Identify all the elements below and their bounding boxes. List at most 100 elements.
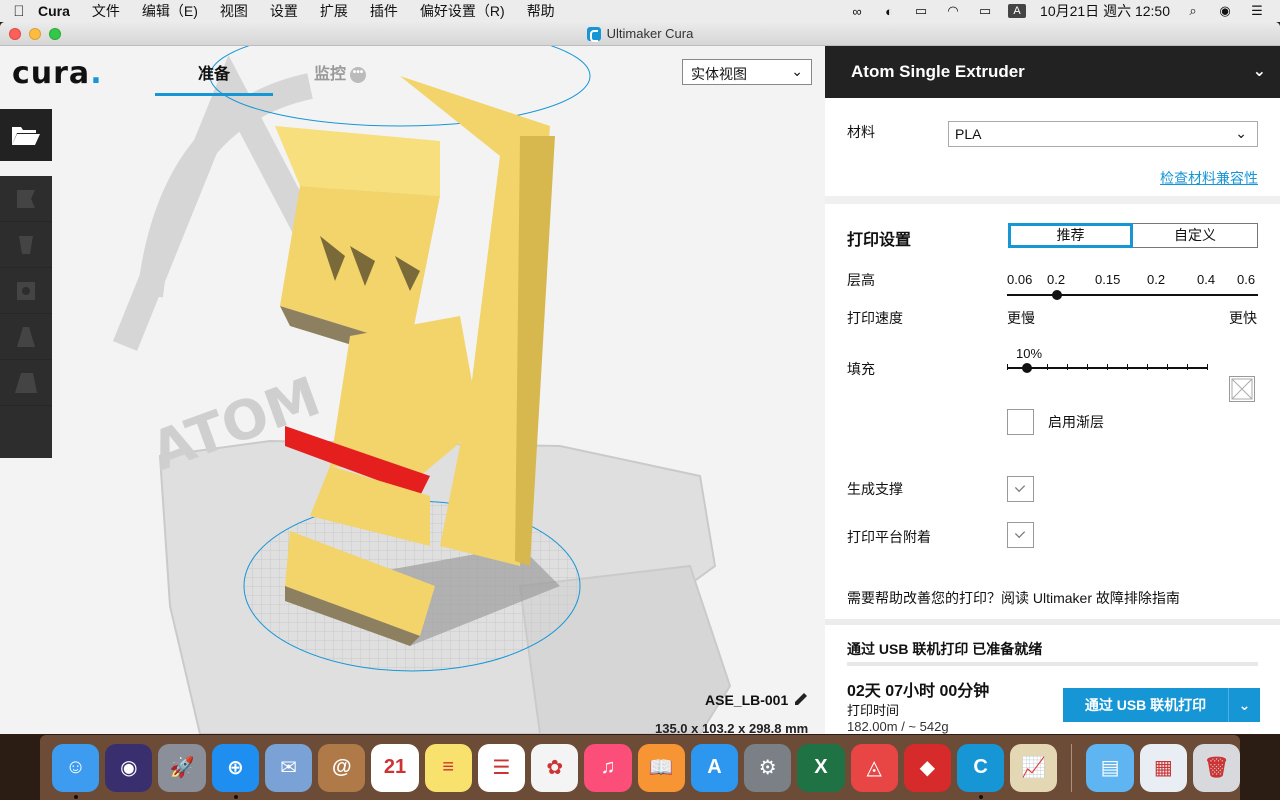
sketchup-icon[interactable]: ◆ [903, 743, 951, 792]
mirror-icon [17, 326, 35, 347]
siri-menu-icon[interactable]: ◉ [1216, 3, 1234, 18]
pencil-icon[interactable] [792, 690, 810, 713]
cura-icon[interactable]: C [956, 743, 1005, 799]
mail-icon[interactable]: ✉ [264, 743, 313, 792]
menu-item-file[interactable]: 文件 [92, 1, 120, 21]
layer-height-label: 层高 [847, 272, 875, 288]
logo-dot: . [90, 56, 103, 91]
print-speed-label: 打印速度 [847, 310, 903, 326]
atom-app-icon[interactable]: ◬ [850, 743, 898, 792]
checkmark-icon [1014, 481, 1026, 493]
printer-status: 通过 USB 联机打印 已准备就绪 [847, 641, 1043, 657]
status-bird-icon[interactable]: ◐ [880, 4, 898, 19]
menu-item-help[interactable]: 帮助 [527, 1, 555, 21]
dock-divider [1071, 743, 1073, 792]
menu-item-extensions[interactable]: 扩展 [320, 1, 348, 21]
documents-stack-icon[interactable]: ▦ [1139, 743, 1187, 792]
divider [825, 196, 1280, 204]
creative-cloud-icon[interactable]: ∞ [848, 4, 866, 19]
battery-icon[interactable]: ▭ [976, 3, 994, 18]
scale-tool-button[interactable] [0, 222, 52, 268]
material-compatibility-link[interactable]: 检查材料兼容性 [1160, 168, 1258, 188]
menu-item-edit[interactable]: 编辑（E) [142, 1, 198, 21]
open-file-button[interactable] [0, 109, 52, 161]
3d-viewport[interactable]: ATOM cura. 准备 监控 ••• 实体视图 ⌄ ASE_LB-001 1… [0, 46, 825, 734]
support-checkbox[interactable] [1007, 476, 1034, 502]
preview-icon[interactable]: 📈 [1010, 743, 1058, 792]
running-indicator [233, 794, 238, 799]
layer-height-slider-handle[interactable] [1052, 290, 1062, 300]
recommended-mode-button[interactable]: 推荐 [1008, 223, 1133, 248]
clock[interactable]: 10月21日 週六 12:50 [1040, 1, 1170, 21]
support-label: 生成支撑 [847, 481, 903, 497]
contacts-icon[interactable]: @ [318, 743, 366, 792]
notes-icon[interactable]: ≡ [424, 743, 472, 792]
input-source-icon[interactable]: A [1008, 4, 1027, 18]
material-dropdown[interactable]: PLA ⌄ [948, 121, 1258, 147]
printer-header[interactable]: Atom Single Extruder ⌄ [825, 46, 1280, 98]
reminders-icon[interactable]: ☰ [477, 743, 526, 792]
airplay-icon[interactable]: ▭ [912, 3, 930, 18]
troubleshooting-help-text[interactable]: 需要帮助改善您的打印？阅读 Ultimaker 故障排除指南 [847, 588, 1180, 608]
running-indicator [74, 794, 78, 799]
adhesion-checkbox[interactable] [1007, 522, 1034, 548]
launchpad-icon[interactable]: 🚀 [158, 743, 206, 792]
menu-item-preferences[interactable]: 偏好设置（R) [420, 1, 505, 21]
custom-mode-button[interactable]: 自定义 [1133, 223, 1258, 248]
gradual-infill-checkbox[interactable] [1007, 409, 1034, 435]
wifi-icon[interactable]: ◠ [944, 3, 962, 18]
window-close-button[interactable] [9, 28, 21, 40]
menu-item-view[interactable]: 视图 [220, 1, 248, 21]
menu-item-settings[interactable]: 设置 [270, 1, 298, 21]
dock: ☺ ◉ 🚀 ⊕ ✉ @21 ≡ ☰ ✿ ♫ 📖 A ⚙ X ◬ ◆ C 📈 ▤ ▦ 🗑 [40, 735, 1241, 800]
siri-icon[interactable]: ◉ [105, 743, 153, 792]
tab-prepare[interactable]: 准备 [155, 60, 273, 96]
ibooks-icon[interactable]: 📖 [637, 743, 685, 792]
print-time-label: 打印时间 [847, 703, 900, 718]
view-mode-value: 实体视图 [691, 66, 747, 82]
safari-icon[interactable]: ⊕ [211, 743, 259, 799]
move-tool-button[interactable] [0, 176, 52, 222]
menu-item-plugins[interactable]: 插件 [370, 1, 398, 21]
infill-slider-handle[interactable] [1022, 363, 1032, 373]
chevron-down-icon[interactable]: ⌄ [1228, 688, 1260, 722]
tab-monitor[interactable]: 监控 ••• [290, 60, 390, 96]
photos-icon[interactable]: ✿ [531, 743, 579, 792]
chevron-down-icon: ⌄ [1252, 63, 1266, 80]
trash-icon[interactable]: 🗑 [1192, 743, 1241, 792]
material-usage: 182.00m / ~ 542g [847, 719, 949, 734]
model-name: ASE_LB-001 [705, 692, 789, 708]
window-minimize-button[interactable] [29, 28, 41, 40]
move-icon [17, 189, 35, 208]
calendar-icon[interactable]: 21 [371, 743, 419, 792]
apple-menu-icon[interactable]:  [0, 3, 38, 20]
window-zoom-button[interactable] [49, 28, 61, 40]
notification-center-icon[interactable]: ☰ [1248, 3, 1266, 18]
layer-height-tick: 0.4 [1197, 272, 1216, 287]
printer-name: Atom Single Extruder [851, 62, 1025, 81]
infill-tick [1107, 364, 1108, 370]
menu-item-app[interactable]: Cura [38, 3, 70, 19]
divider [825, 619, 1280, 625]
finder-icon[interactable]: ☺ [52, 743, 100, 799]
chevron-down-icon: ⌄ [791, 63, 803, 79]
running-indicator [978, 794, 983, 799]
view-mode-dropdown[interactable]: 实体视图 ⌄ [682, 59, 812, 85]
per-model-settings-button[interactable] [0, 360, 52, 406]
app-store-icon[interactable]: A [690, 743, 739, 792]
system-preferences-icon[interactable]: ⚙ [744, 743, 792, 792]
itunes-icon[interactable]: ♫ [584, 743, 632, 792]
material-value: PLA [955, 126, 982, 142]
spotlight-search-icon[interactable]: ⌕ [1184, 3, 1202, 18]
rotate-tool-button[interactable] [0, 268, 52, 314]
mirror-tool-button[interactable] [0, 314, 52, 360]
print-settings-panel: Atom Single Extruder ⌄ 材料 PLA ⌄ 检查材料兼容性 打… [825, 46, 1280, 734]
infill-value: 10% [1016, 346, 1043, 361]
print-via-usb-button[interactable]: 通过 USB 联机打印 ⌄ [1063, 688, 1260, 722]
downloads-folder-icon[interactable]: ▤ [1086, 743, 1134, 792]
scene[interactable]: ATOM [0, 46, 825, 734]
layer-height-slider[interactable] [1007, 294, 1258, 296]
excel-icon[interactable]: X [797, 743, 845, 792]
layer-height-tick: 0.2 [1147, 272, 1166, 287]
progress-bar [847, 662, 1258, 666]
